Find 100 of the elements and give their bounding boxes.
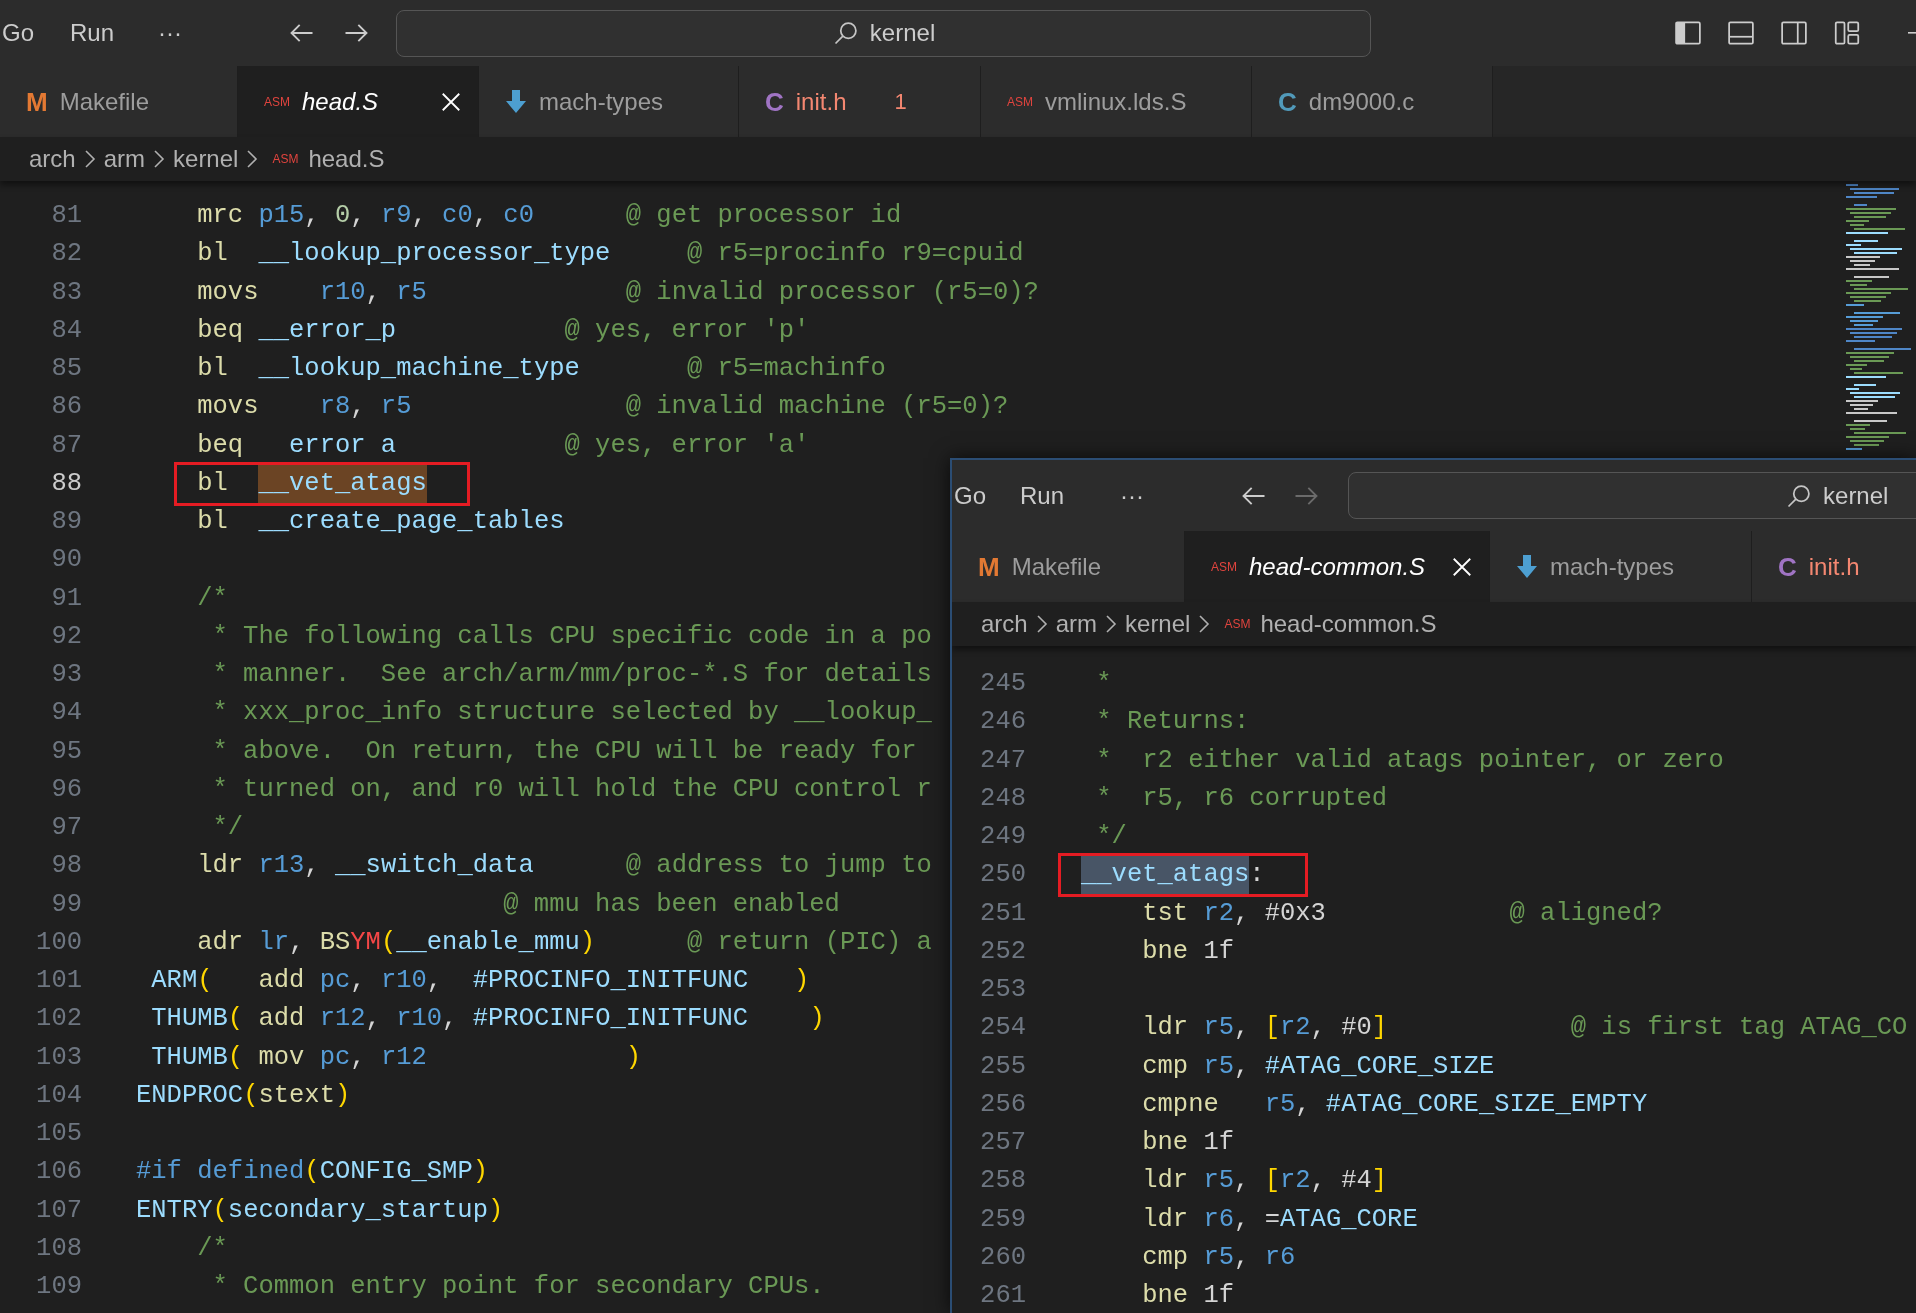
code-line: /* — [196, 582, 229, 615]
line-number: 100 — [35, 926, 82, 959]
menu-item[interactable]: Go — [952, 477, 988, 514]
code-line: * — [1095, 668, 1113, 701]
code-line: #if defined(CONFIG_SMP) — [135, 1156, 489, 1189]
editor-tab[interactable]: C dm9000.c — [1252, 66, 1493, 137]
code-line: beq error a @ yes, error 'a' — [196, 429, 811, 462]
code-line: /* — [196, 1232, 229, 1265]
code-line: * xxx_proc_info structure selected by __lookup_ — [211, 697, 933, 730]
code-line: */ — [1095, 821, 1128, 854]
breadcrumb-item[interactable]: kernel — [173, 141, 239, 177]
code-line: ENTRY(secondary_startup) — [135, 1194, 505, 1227]
more-menu[interactable]: ··· — [1118, 477, 1147, 514]
line-number: 260 — [979, 1241, 1026, 1274]
menu-item[interactable]: Go — [0, 15, 36, 51]
line-number: 259 — [979, 1203, 1026, 1236]
file-icon: C — [1278, 88, 1297, 115]
breadcrumb-item[interactable]: arch — [29, 141, 76, 177]
problem-count: 1 — [894, 88, 907, 116]
search-field[interactable]: kernel — [1348, 472, 1916, 519]
more-menu[interactable]: ··· — [156, 15, 185, 51]
editor-tab[interactable]: mach-types — [1490, 531, 1752, 602]
line-number: 247 — [979, 744, 1026, 777]
editor-tab[interactable]: ASM head-common.S — [1185, 531, 1490, 602]
line-number: 254 — [979, 1012, 1026, 1045]
close-icon[interactable] — [1451, 555, 1473, 578]
annotated-code: bl __vet_atags — [174, 461, 470, 506]
line-number: 91 — [50, 582, 82, 615]
line-number: 250 — [979, 859, 1026, 892]
editor-tab[interactable]: ASM head.S — [238, 66, 479, 137]
chevron-right-icon — [1104, 613, 1119, 635]
breadcrumb-item[interactable]: arm — [1055, 606, 1098, 642]
search-field[interactable]: kernel — [396, 9, 1372, 57]
breadcrumb-item[interactable]: arch — [981, 606, 1028, 642]
line-number: 257 — [979, 1127, 1026, 1159]
line-number: 101 — [35, 965, 82, 997]
code-line: * manner. See arch/arm/mm/proc-*.S for details — [211, 659, 933, 692]
line-number: 81 — [50, 200, 82, 232]
line-number: 92 — [50, 620, 82, 653]
file-icon: M — [978, 553, 1000, 580]
line-number: 95 — [50, 735, 82, 768]
line-number: 258 — [979, 1165, 1026, 1198]
file-icon: ASM — [1211, 560, 1237, 573]
code-line: tst r2, #0x3 @ aligned? — [1141, 897, 1664, 930]
code-line: */ — [211, 812, 245, 845]
line-number: 107 — [35, 1194, 82, 1227]
line-number: 106 — [35, 1156, 82, 1189]
line-number: 88 — [50, 467, 82, 500]
line-number: 86 — [50, 391, 82, 424]
line-number: 98 — [50, 850, 82, 883]
code-line: THUMB( mov pc, r12 ) — [150, 1041, 643, 1074]
chevron-right-icon — [82, 148, 97, 170]
code-line: ENDPROC(stext) — [135, 1079, 352, 1112]
menu-item[interactable]: Run — [68, 15, 117, 51]
menu-item[interactable]: Run — [1018, 477, 1067, 514]
editor-tab[interactable]: mach-types — [479, 66, 739, 137]
code-line: THUMB( add r12, r10, #PROCINFO_INITFUNC ) — [150, 1003, 826, 1036]
line-number: 99 — [50, 888, 82, 921]
line-number: 246 — [979, 706, 1026, 739]
chevron-right-icon — [152, 148, 167, 170]
line-number: 83 — [50, 276, 82, 309]
breadcrumb-item[interactable]: arm — [103, 141, 146, 177]
line-number: 255 — [979, 1050, 1026, 1083]
code-line: beq __error_p @ yes, error 'p' — [196, 314, 811, 347]
file-icon: C — [765, 88, 784, 115]
code-line: bne 1f — [1141, 935, 1236, 968]
line-number: 97 — [50, 812, 82, 844]
down-arrow-icon — [505, 88, 527, 115]
editor-tab[interactable]: M Makefile — [952, 531, 1185, 602]
code-line: * Common entry point for secondary CPUs. — [211, 1271, 826, 1304]
breadcrumb-item[interactable]: kernel — [1125, 606, 1191, 642]
breadcrumb-item[interactable]: head-common.S — [1260, 606, 1437, 642]
file-icon: ASM — [1007, 95, 1033, 108]
editor-tab[interactable]: C init.h — [1752, 531, 1916, 602]
editor-tab[interactable]: C init.h 1 — [739, 66, 981, 137]
code-line: mrc p15, 0, r9, c0, c0 @ get processor id — [196, 200, 903, 233]
code-line: movs r10, r5 @ invalid processor (r5=0)? — [196, 276, 1040, 309]
file-icon: ASM — [1224, 615, 1251, 633]
line-number: 248 — [979, 782, 1026, 815]
editor-tab[interactable]: M Makefile — [0, 66, 238, 137]
code-line: ldr r6, =ATAG_CORE — [1141, 1203, 1419, 1236]
line-number: 249 — [979, 821, 1026, 853]
file-icon: M — [26, 88, 48, 115]
line-number: 245 — [979, 668, 1026, 700]
breadcrumb-item[interactable]: head.S — [308, 141, 385, 177]
code-line: * Returns: — [1095, 706, 1251, 739]
editor-tab[interactable]: ASM vmlinux.lds.S — [981, 66, 1252, 137]
code-line: ARM( add pc, r10, #PROCINFO_INITFUNC ) — [150, 965, 811, 998]
down-arrow-icon — [1516, 553, 1538, 580]
code-line: bl __lookup_processor_type @ r5=procinfo r9=cpuid — [196, 238, 1025, 271]
file-icon: C — [1778, 553, 1797, 580]
line-number: 96 — [50, 773, 82, 806]
code-line: cmp r5, r6 — [1141, 1241, 1297, 1274]
code-line: @ mmu has been enabled — [502, 888, 841, 921]
line-number: 90 — [50, 544, 82, 577]
chevron-right-icon — [245, 148, 260, 170]
chevron-right-icon — [1034, 613, 1049, 635]
code-line: * r2 either valid atags pointer, or zero — [1095, 744, 1725, 777]
chevron-right-icon — [1197, 613, 1212, 635]
close-icon[interactable] — [440, 90, 462, 113]
